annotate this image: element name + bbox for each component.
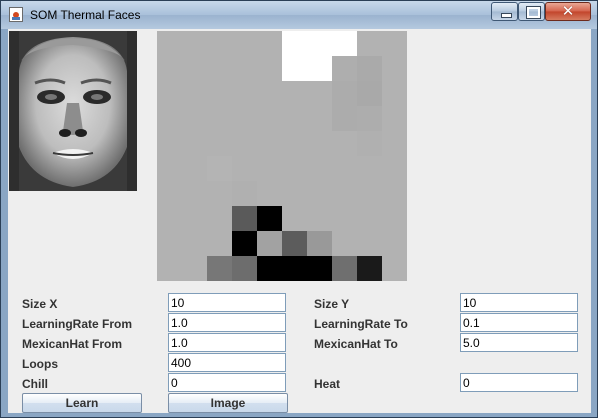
maximize-button[interactable]: [518, 2, 545, 21]
learning-rate-from-field[interactable]: [168, 313, 286, 332]
som-cell: [357, 131, 382, 156]
som-cell: [332, 31, 357, 56]
som-cell: [307, 256, 332, 281]
size-x-field[interactable]: [168, 293, 286, 312]
som-cell: [282, 31, 307, 56]
som-cell: [257, 231, 282, 256]
java-cup-icon[interactable]: [9, 7, 23, 22]
loops-label: Loops: [22, 357, 58, 371]
client-area: Size X Size Y LearningRate From Learning…: [8, 29, 591, 413]
minimize-button[interactable]: [491, 2, 518, 21]
som-cell: [332, 106, 357, 131]
som-cell: [357, 106, 382, 131]
app-window: SOM Thermal Faces ✕ Size X 10 Size Y 10 …: [0, 0, 598, 418]
learn-button[interactable]: Learn: [22, 393, 142, 413]
thermal-face-image: [9, 31, 137, 191]
mexican-hat-to-field[interactable]: [460, 333, 578, 352]
minimize-icon: [501, 13, 512, 18]
som-cell: [332, 256, 357, 281]
som-map: [157, 31, 407, 281]
som-cell: [307, 231, 332, 256]
som-cell: [282, 231, 307, 256]
som-cell: [232, 181, 257, 206]
loops-field[interactable]: [168, 353, 286, 372]
mexican-hat-from-field[interactable]: [168, 333, 286, 352]
mexican-hat-from-label: MexicanHat From: [22, 337, 123, 351]
title-bar[interactable]: SOM Thermal Faces ✕: [1, 1, 597, 29]
som-cell: [357, 56, 382, 81]
som-cell: [282, 56, 307, 81]
heat-field[interactable]: [460, 373, 578, 392]
size-y-field[interactable]: [460, 293, 578, 312]
heat-label: Heat: [314, 377, 341, 391]
som-cell: [332, 81, 357, 106]
image-button[interactable]: Image: [168, 393, 288, 413]
som-cell: [232, 256, 257, 281]
maximize-icon: [526, 6, 541, 19]
window-title: SOM Thermal Faces: [30, 8, 141, 22]
som-cell: [232, 206, 257, 231]
som-cell: [257, 256, 282, 281]
learning-rate-to-field[interactable]: [460, 313, 578, 332]
som-cell: [282, 256, 307, 281]
som-cell: [207, 256, 232, 281]
som-cell: [357, 81, 382, 106]
chill-label: Chill: [22, 377, 48, 391]
som-cell: [307, 56, 332, 81]
som-cell: [332, 56, 357, 81]
close-icon: ✕: [561, 2, 575, 20]
som-cell: [207, 156, 232, 181]
som-cell: [357, 256, 382, 281]
chill-field[interactable]: [168, 373, 286, 392]
size-x-label: Size X: [22, 297, 58, 311]
learning-rate-from-label: LearningRate From: [22, 317, 133, 331]
mexican-hat-to-label: MexicanHat To: [314, 337, 398, 351]
som-cell: [307, 31, 332, 56]
som-cell: [257, 206, 282, 231]
som-cell: [232, 231, 257, 256]
learning-rate-to-label: LearningRate To: [314, 317, 408, 331]
size-y-label: Size Y: [314, 297, 350, 311]
close-button[interactable]: ✕: [545, 2, 591, 21]
